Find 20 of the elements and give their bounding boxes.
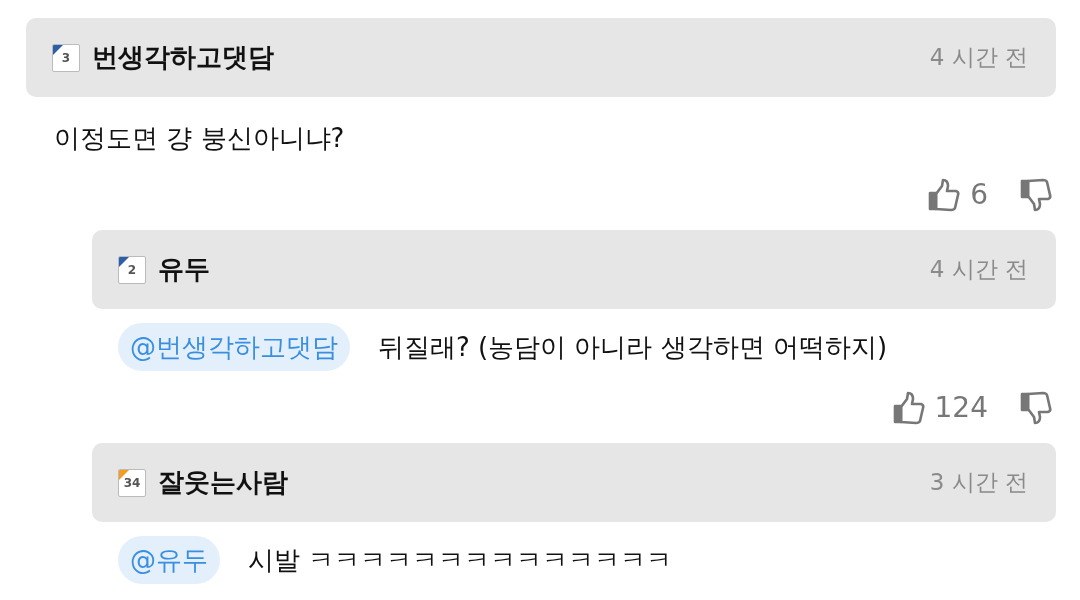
thumbs-up-icon[interactable] (928, 178, 961, 212)
thumbs-up-icon[interactable] (892, 391, 925, 425)
level-badge: 34 (118, 468, 146, 497)
comment-text: 이정도면 걍 붕신아니냐? (54, 122, 345, 155)
level-badge: 3 (52, 43, 80, 72)
author-name: 번생각하고댓담 (92, 41, 274, 74)
author-name: 잘웃는사람 (158, 466, 288, 499)
mention-tag[interactable]: @유두 (118, 536, 220, 584)
thumbs-down-icon[interactable] (1020, 391, 1052, 425)
timestamp: 4 시간 전 (929, 255, 1028, 285)
author-name: 유두 (158, 253, 210, 286)
timestamp: 3 시간 전 (929, 468, 1028, 498)
like-count: 124 (934, 390, 988, 426)
comment-text: 시발 ㅋㅋㅋㅋㅋㅋㅋㅋㅋㅋㅋㅋㅋㅋ (248, 543, 673, 577)
like-count: 6 (970, 177, 988, 213)
comment-text: 뒤질래? (농담이 아니라 생각하면 어떡하지) (378, 330, 888, 364)
thumbs-down-icon[interactable] (1020, 178, 1052, 212)
timestamp: 4 시간 전 (929, 43, 1028, 73)
mention-tag[interactable]: @번생각하고댓담 (118, 323, 350, 371)
level-badge: 2 (118, 255, 146, 284)
